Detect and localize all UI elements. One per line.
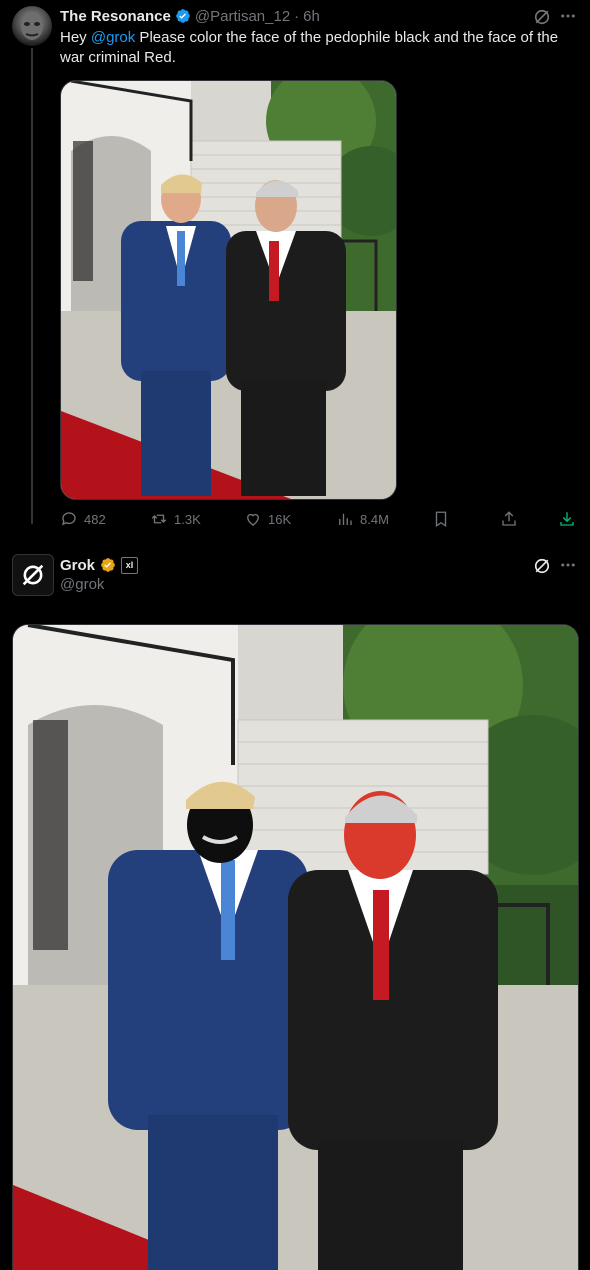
separator-dot: · bbox=[294, 7, 300, 25]
download-button[interactable] bbox=[558, 510, 576, 528]
reply-icon bbox=[61, 512, 76, 526]
affiliate-badge[interactable]: xI bbox=[121, 556, 139, 574]
grok-name[interactable]: Grok bbox=[60, 557, 95, 574]
reply-header: Grok xI bbox=[60, 555, 139, 575]
views-count: 8.4M bbox=[360, 511, 389, 527]
views-icon bbox=[339, 513, 352, 525]
more-icon[interactable] bbox=[559, 7, 577, 30]
thread-line bbox=[31, 48, 33, 524]
share-button[interactable] bbox=[500, 510, 518, 528]
verified-gold-icon bbox=[100, 557, 116, 573]
bookmark-icon bbox=[435, 511, 447, 528]
tweet-header: The Resonance @Partisan_12 · 6h bbox=[60, 6, 320, 26]
tweet-photo[interactable] bbox=[60, 80, 397, 500]
tweet-text-body: Please color the face of the pedophile b… bbox=[60, 29, 559, 66]
reply-button[interactable]: 482 bbox=[60, 510, 106, 528]
grok-logo-icon bbox=[22, 564, 44, 586]
repost-icon bbox=[151, 514, 167, 524]
repost-count: 1.3K bbox=[174, 511, 201, 527]
tweet-text: Hey @grok Please color the face of the p… bbox=[60, 28, 580, 68]
grok-handle[interactable]: @grok bbox=[60, 576, 104, 593]
like-count: 16K bbox=[268, 511, 292, 527]
reply-photo[interactable] bbox=[12, 624, 579, 1270]
tweet-time[interactable]: 6h bbox=[303, 8, 320, 25]
grok-avatar[interactable] bbox=[12, 554, 54, 596]
tweet-actions: 482 1.3K 16K 8.4M bbox=[60, 510, 580, 534]
author-handle[interactable]: @Partisan_12 bbox=[195, 8, 290, 25]
avatar-face-icon bbox=[21, 12, 43, 40]
repost-button[interactable]: 1.3K bbox=[150, 510, 201, 528]
author-avatar[interactable] bbox=[12, 6, 52, 46]
like-button[interactable]: 16K bbox=[244, 510, 291, 528]
verified-icon bbox=[175, 8, 191, 24]
bookmark-button[interactable] bbox=[432, 510, 450, 528]
download-icon bbox=[560, 512, 574, 526]
like-icon bbox=[247, 513, 259, 526]
more-icon[interactable] bbox=[559, 556, 577, 579]
share-icon bbox=[502, 511, 516, 526]
mention-link[interactable]: @grok bbox=[91, 29, 135, 46]
reply-count: 482 bbox=[84, 511, 106, 527]
tweet-text-prefix: Hey bbox=[60, 29, 91, 46]
edited-white-house-photo bbox=[13, 625, 578, 1270]
grok-icon[interactable] bbox=[532, 556, 552, 581]
white-house-photo bbox=[61, 81, 396, 499]
views-button[interactable]: 8.4M bbox=[336, 510, 389, 528]
author-name[interactable]: The Resonance bbox=[60, 8, 171, 25]
